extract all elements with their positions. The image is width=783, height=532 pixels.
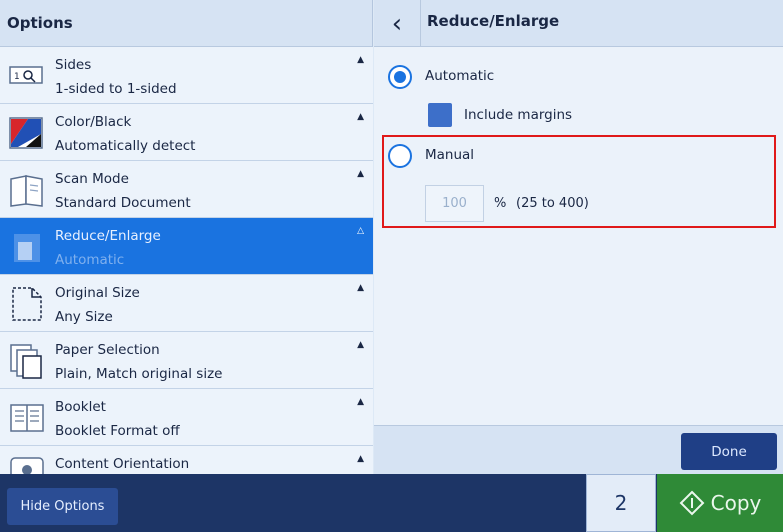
detail-title: Reduce/Enlarge [427, 12, 560, 30]
caret-up-outline-icon: △ [357, 226, 364, 236]
option-sides-title: Sides [55, 57, 92, 73]
copies-count: 2 [614, 491, 628, 515]
booklet-icon [8, 399, 46, 437]
option-sides-value: 1-sided to 1-sided [55, 81, 177, 97]
option-paper-selection[interactable]: Paper Selection Plain, Match original si… [0, 332, 373, 389]
option-original-size[interactable]: Original Size Any Size ▲ [0, 275, 373, 332]
highlight-box [382, 135, 776, 228]
option-booklet[interactable]: Booklet Booklet Format off ▲ [0, 389, 373, 446]
option-reduce-enlarge[interactable]: Reduce/Enlarge Automatic △ [0, 218, 373, 275]
caret-up-icon: ▲ [357, 169, 364, 179]
option-reduce-enlarge-title: Reduce/Enlarge [55, 228, 161, 244]
option-color-black[interactable]: Color/Black Automatically detect ▲ [0, 104, 373, 161]
option-content-orientation[interactable]: Content Orientation ▲ [0, 446, 373, 474]
option-original-size-value: Any Size [55, 309, 113, 325]
option-scan-mode-value: Standard Document [55, 195, 191, 211]
sides-icon: 1 [8, 57, 46, 95]
bottom-bar: Hide Options 2 Copy [0, 474, 783, 532]
copy-button-label: Copy [710, 491, 762, 515]
hide-options-label: Hide Options [20, 499, 105, 514]
back-button[interactable]: ‹ [374, 0, 421, 47]
automatic-label: Automatic [425, 68, 495, 84]
copy-diamond-icon [679, 490, 705, 516]
caret-up-icon: ▲ [357, 283, 364, 293]
reduce-enlarge-panel: ‹ Reduce/Enlarge Automatic Include margi… [374, 0, 783, 474]
radio-selected-dot [394, 71, 406, 83]
options-panel-header: Options [0, 0, 372, 47]
include-margins-label: Include margins [464, 107, 573, 123]
caret-up-icon: ▲ [357, 55, 364, 65]
options-panel: Options 1 Sides 1-sided to 1-sided ▲ Col… [0, 0, 373, 474]
caret-up-icon: ▲ [357, 112, 364, 122]
original-size-icon [8, 285, 46, 323]
option-booklet-value: Booklet Format off [55, 423, 180, 439]
option-booklet-title: Booklet [55, 399, 106, 415]
option-content-orientation-title: Content Orientation [55, 456, 190, 472]
caret-up-icon: ▲ [357, 397, 364, 407]
option-scan-mode[interactable]: Scan Mode Standard Document ▲ [0, 161, 373, 218]
caret-up-icon: ▲ [357, 454, 364, 464]
option-original-size-title: Original Size [55, 285, 140, 301]
done-button-label: Done [711, 443, 747, 460]
option-color-black-title: Color/Black [55, 114, 132, 130]
done-button[interactable]: Done [681, 433, 777, 470]
automatic-radio[interactable] [388, 65, 412, 89]
copies-count-field[interactable]: 2 [586, 474, 656, 532]
copy-button[interactable]: Copy [657, 474, 783, 532]
reduce-enlarge-icon [8, 228, 46, 266]
content-orientation-icon [8, 454, 46, 474]
include-margins-checkbox[interactable] [428, 103, 452, 127]
chevron-left-icon: ‹ [391, 8, 403, 39]
option-scan-mode-title: Scan Mode [55, 171, 129, 187]
caret-up-icon: ▲ [357, 340, 364, 350]
option-reduce-enlarge-value: Automatic [55, 252, 125, 268]
svg-text:1: 1 [14, 72, 20, 82]
option-sides[interactable]: 1 Sides 1-sided to 1-sided ▲ [0, 47, 373, 104]
scan-mode-icon [8, 171, 46, 209]
options-panel-title: Options [7, 14, 73, 32]
hide-options-button[interactable]: Hide Options [7, 488, 118, 525]
detail-header: ‹ Reduce/Enlarge [374, 0, 783, 47]
option-paper-selection-title: Paper Selection [55, 342, 160, 358]
color-black-icon [8, 114, 46, 152]
paper-selection-icon [8, 342, 46, 380]
detail-footer: Done [374, 425, 783, 474]
option-paper-selection-value: Plain, Match original size [55, 366, 223, 382]
option-color-black-value: Automatically detect [55, 138, 196, 154]
